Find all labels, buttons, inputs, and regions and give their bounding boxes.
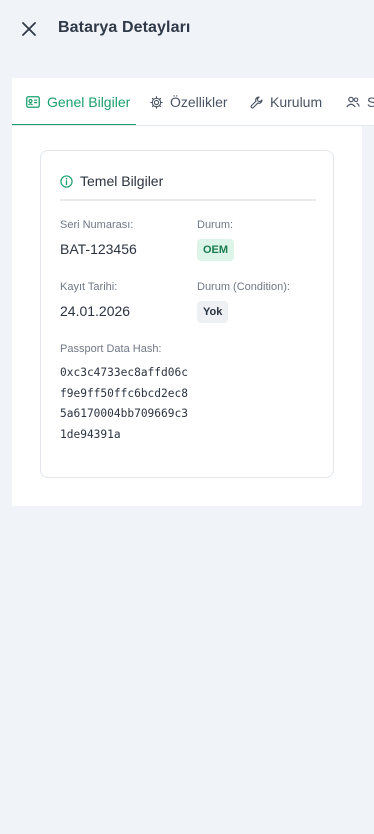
info-icon [60,174,73,188]
passport-hash-label: Passport Data Hash: [60,343,162,355]
card-title: Temel Bilgiler [60,173,163,189]
condition-badge: Yok [197,301,229,323]
registration-date-value: 24.01.2026 [60,303,131,319]
status-label: Durum: [197,219,234,231]
tab-label: Genel Bilgiler [47,94,131,110]
tab-label: Kurulum [270,94,323,110]
header: Batarya Detayları [0,0,374,60]
id-card-icon [26,96,40,108]
close-button[interactable] [16,16,42,42]
tab-features[interactable]: Özellikler [150,78,228,125]
registration-date-label: Kayıt Tarihi: [60,281,118,293]
divider [60,199,316,201]
page-title: Batarya Detayları [58,19,191,36]
close-icon [22,22,36,36]
status-badge: OEM [197,239,235,261]
serial-number-label: Seri Numarası: [60,219,134,231]
users-icon [346,96,360,108]
tab-stakeholders[interactable]: St [346,78,374,125]
wrench-icon [250,96,263,108]
tab-bar: Genel Bilgiler Özellikler Kurulum St [12,78,374,126]
serial-number-value: BAT-123456 [60,241,137,257]
condition-label: Durum (Condition): [197,281,290,293]
tab-label: St [367,94,374,110]
tab-installation[interactable]: Kurulum [250,78,323,125]
gear-icon [150,95,163,109]
tab-general-info[interactable]: Genel Bilgiler [26,78,131,125]
tab-label: Özellikler [170,94,228,110]
passport-hash-value: 0xc3c4733ec8affd06cf9e9ff50ffc6bcd2ec85a… [60,366,188,441]
card-title-text: Temel Bilgiler [80,173,164,189]
basic-info-card: Temel Bilgiler Seri Numarası: BAT-123456… [40,150,334,478]
tab-content-panel: Temel Bilgiler Seri Numarası: BAT-123456… [12,126,362,506]
